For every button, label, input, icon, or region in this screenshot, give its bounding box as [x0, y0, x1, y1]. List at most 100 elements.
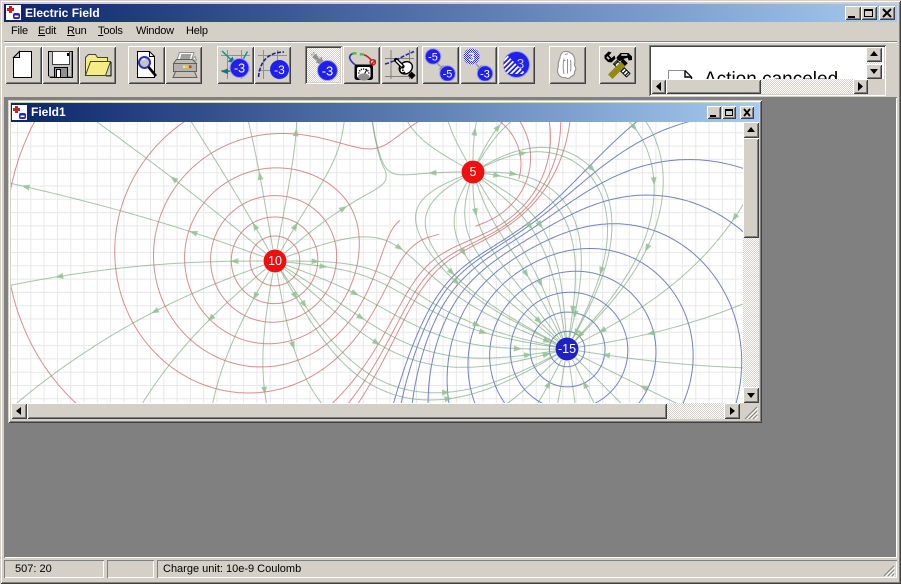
svg-text:10: 10: [268, 254, 282, 268]
menu-bar: FileEditRunToolsWindowHelp: [4, 22, 897, 41]
action-list[interactable]: Action canceled: [649, 45, 886, 96]
svg-text:-3: -3: [234, 62, 245, 76]
svg-text:-15: -15: [558, 342, 576, 356]
title-bar[interactable]: Electric Field: [4, 4, 897, 22]
maximize-button[interactable]: [861, 6, 877, 20]
child-window: Field1 10 5 -15: [8, 100, 762, 423]
menu-file[interactable]: File: [5, 22, 34, 41]
menu-tools[interactable]: Tools: [92, 22, 129, 41]
minimize-button[interactable]: [845, 6, 861, 20]
negative-equipotential-contours: [380, 122, 743, 403]
tools-icon: [601, 48, 634, 81]
action-list-scroll-up-button[interactable]: [866, 47, 882, 62]
action-list-scroll-down-button[interactable]: [866, 64, 882, 79]
canvas-horizontal-scrollbar[interactable]: [11, 403, 740, 419]
canvas-scroll-right-button[interactable]: [724, 403, 740, 419]
action-item-label: Action canceled: [704, 69, 838, 79]
hand-curve-icon: [383, 48, 416, 81]
printer-icon: [167, 48, 200, 81]
menu-window[interactable]: Window: [130, 22, 180, 41]
child-minimize-icon: [710, 115, 716, 117]
toolbar: -3 -3 -3 -5 -5: [4, 41, 897, 97]
menu-help[interactable]: Help: [180, 22, 214, 41]
action-list-scroll-left-button[interactable]: [651, 79, 666, 94]
status-panel-coordinates: 507: 20: [4, 560, 104, 578]
canvas-hscroll-thumb[interactable]: [27, 403, 667, 419]
close-icon: [883, 9, 891, 17]
new-document-icon: [7, 48, 40, 81]
voltmeter-button[interactable]: [343, 46, 380, 84]
child-window-icon: [12, 105, 27, 120]
child-close-icon: [744, 109, 750, 116]
equipotential-button[interactable]: -3: [254, 46, 291, 84]
svg-text:3: 3: [468, 50, 475, 64]
action-list-hscrollbar[interactable]: [651, 79, 868, 94]
svg-text:3: 3: [517, 57, 525, 72]
add-charge-icon: -3: [308, 49, 341, 82]
show-charge-icon: 3: [500, 48, 533, 81]
close-button[interactable]: [879, 6, 895, 20]
canvas-vscroll-thumb[interactable]: [743, 138, 759, 238]
action-list-hscroll-thumb[interactable]: [666, 79, 761, 94]
field-lines-button[interactable]: -3: [217, 46, 254, 84]
field-lines-icon: -3: [219, 48, 252, 81]
move-charge-icon: -5 -5: [424, 48, 457, 81]
svg-text:-5: -5: [428, 52, 438, 64]
status-bar: 507: 20 Charge unit: 10e-9 Coulomb: [4, 558, 897, 580]
field-canvas[interactable]: 10 5 -15: [11, 122, 743, 403]
minus-charge-glyph: [13, 13, 20, 19]
open-button[interactable]: [79, 46, 116, 84]
svg-text:-3: -3: [480, 69, 490, 81]
menu-run[interactable]: Run: [61, 22, 93, 41]
child-minimize-button[interactable]: [707, 106, 721, 119]
app-icon: [6, 5, 21, 20]
child-title-bar[interactable]: Field1: [11, 103, 759, 122]
field-line-arrows: [21, 122, 739, 402]
field-plot-svg: 10 5 -15: [11, 122, 743, 403]
svg-text:-5: -5: [443, 69, 453, 81]
canvas-vertical-scrollbar[interactable]: [743, 122, 759, 403]
charge-10[interactable]: 10: [264, 250, 287, 273]
svg-text:-3: -3: [274, 63, 285, 77]
child-close-button[interactable]: [740, 106, 754, 119]
menu-edit[interactable]: Edit: [32, 22, 62, 41]
status-resize-grip[interactable]: [882, 564, 896, 578]
move-charge-button[interactable]: -5 -5: [422, 46, 459, 84]
preview-magnifier-icon: [130, 48, 163, 81]
voltmeter-icon: [345, 48, 378, 81]
svg-text:5: 5: [470, 165, 477, 179]
action-list-scroll-right-button[interactable]: [853, 79, 868, 94]
child-maximize-button[interactable]: [722, 106, 736, 119]
ghost-button[interactable]: [549, 46, 586, 84]
print-button[interactable]: [165, 46, 202, 84]
show-charge-button[interactable]: 3: [498, 46, 535, 84]
new-button[interactable]: [5, 46, 42, 84]
canvas-scroll-down-button[interactable]: [743, 387, 759, 403]
maximize-icon: [865, 11, 873, 17]
minimize-icon: [848, 16, 855, 18]
options-button[interactable]: [599, 46, 636, 84]
canvas-scroll-left-button[interactable]: [11, 403, 27, 419]
save-floppy-icon: [44, 48, 77, 81]
ghost-icon: [551, 48, 584, 81]
preview-button[interactable]: [128, 46, 165, 84]
save-button[interactable]: [42, 46, 79, 84]
add-charge-button[interactable]: -3: [305, 46, 342, 84]
charge-5[interactable]: 5: [462, 161, 485, 184]
charge--15[interactable]: -15: [556, 338, 579, 361]
canvas-scroll-up-button[interactable]: [743, 122, 759, 138]
draw-field-line-button[interactable]: [381, 46, 418, 84]
edit-charge-icon: 3 -3: [462, 48, 495, 81]
window-title: Electric Field: [25, 4, 100, 22]
status-panel-empty: [107, 560, 154, 578]
edit-charge-button[interactable]: 3 -3: [460, 46, 497, 84]
open-folder-icon: [81, 48, 114, 81]
child-maximize-icon: [726, 111, 733, 116]
equipotential-icon: -3: [256, 48, 289, 81]
mdi-client-area: Field1 10 5 -15: [4, 97, 897, 558]
action-list-item[interactable]: Action canceled: [651, 47, 868, 79]
page-icon: [666, 70, 693, 79]
status-panel-charge-unit: Charge unit: 10e-9 Coulomb: [157, 560, 897, 578]
child-resize-grip[interactable]: [740, 403, 759, 419]
application-window: { "window": { "title": "Electric Field",…: [0, 0, 901, 584]
